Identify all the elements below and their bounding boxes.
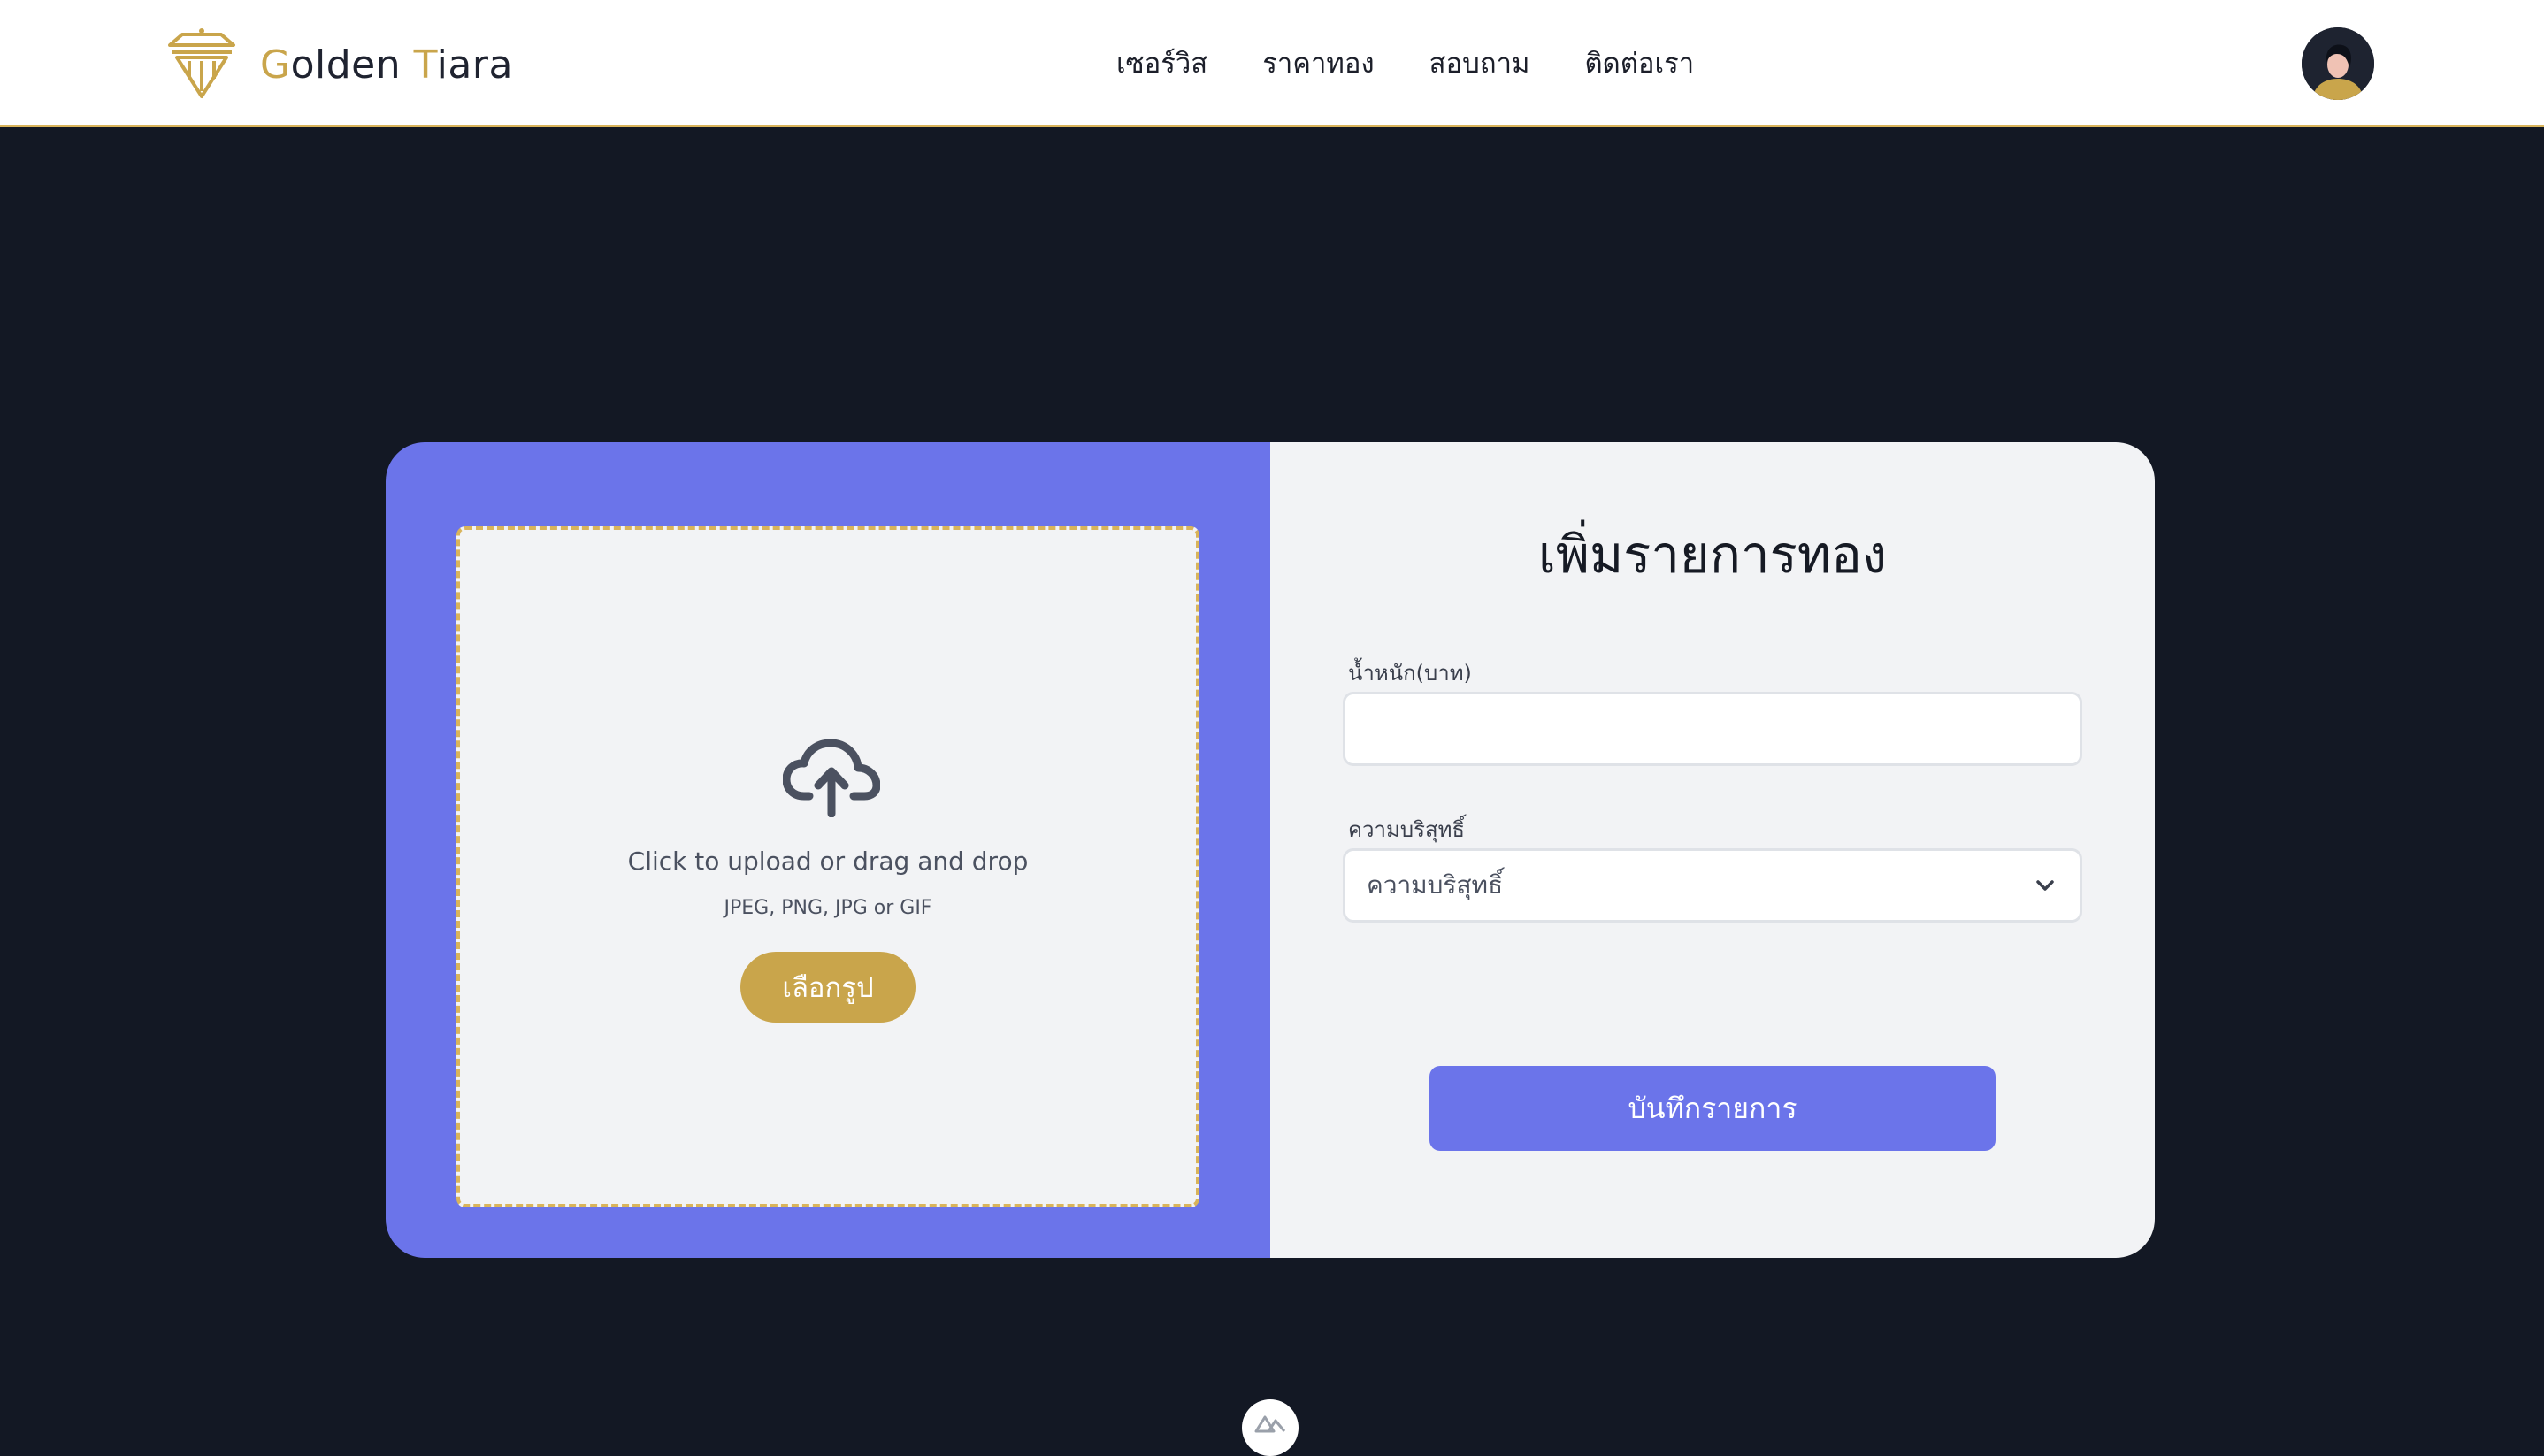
gold-item-form: เพิ่มรายการทอง น้ำหนัก(บาท) ความบริสุทธิ…	[1270, 442, 2155, 1258]
main-nav: เซอร์วิส ราคาทอง สอบถาม ติดต่อเรา	[1116, 41, 1694, 87]
user-avatar[interactable]	[2302, 27, 2374, 100]
user-portrait-icon	[2302, 27, 2374, 100]
devtools-toggle[interactable]	[1242, 1399, 1299, 1456]
pillar-crown-icon	[168, 28, 235, 98]
cloud-upload-icon	[783, 739, 880, 817]
nav-link-contact[interactable]: ติดต่อเรา	[1584, 41, 1694, 87]
choose-image-button[interactable]: เลือกรูป	[740, 952, 916, 1023]
image-dropzone[interactable]: Click to upload or drag and drop JPEG, P…	[456, 526, 1199, 1207]
purity-select[interactable]: ความบริสุทธิ์	[1343, 848, 2082, 923]
form-title: เพิ่มรายการทอง	[1537, 525, 1888, 585]
nav-link-inquiry[interactable]: สอบถาม	[1429, 41, 1530, 87]
top-navbar: Golden Tiara เซอร์วิส ราคาทอง สอบถาม ติด…	[0, 0, 2544, 127]
weight-input[interactable]	[1343, 692, 2082, 766]
upload-instruction: Click to upload or drag and drop	[627, 847, 1029, 876]
nav-link-gold-price[interactable]: ราคาทอง	[1262, 41, 1374, 87]
purity-label: ความบริสุทธิ์	[1348, 817, 1466, 842]
mountain-logo-icon	[1254, 1415, 1286, 1433]
weight-label: น้ำหนัก(บาท)	[1348, 661, 1472, 686]
add-gold-card: Click to upload or drag and drop JPEG, P…	[386, 442, 2155, 1258]
image-upload-panel: Click to upload or drag and drop JPEG, P…	[386, 442, 1270, 1258]
brand-home-link[interactable]: Golden Tiara	[165, 27, 513, 103]
nav-link-service[interactable]: เซอร์วิส	[1116, 41, 1207, 87]
brand-name: Golden Tiara	[260, 42, 513, 88]
chevron-down-icon	[2036, 880, 2054, 891]
upload-formats-hint: JPEG, PNG, JPG or GIF	[724, 897, 932, 919]
save-item-button[interactable]: บันทึกรายการ	[1429, 1066, 1996, 1151]
purity-selected-value: ความบริสุทธิ์	[1367, 870, 1504, 900]
